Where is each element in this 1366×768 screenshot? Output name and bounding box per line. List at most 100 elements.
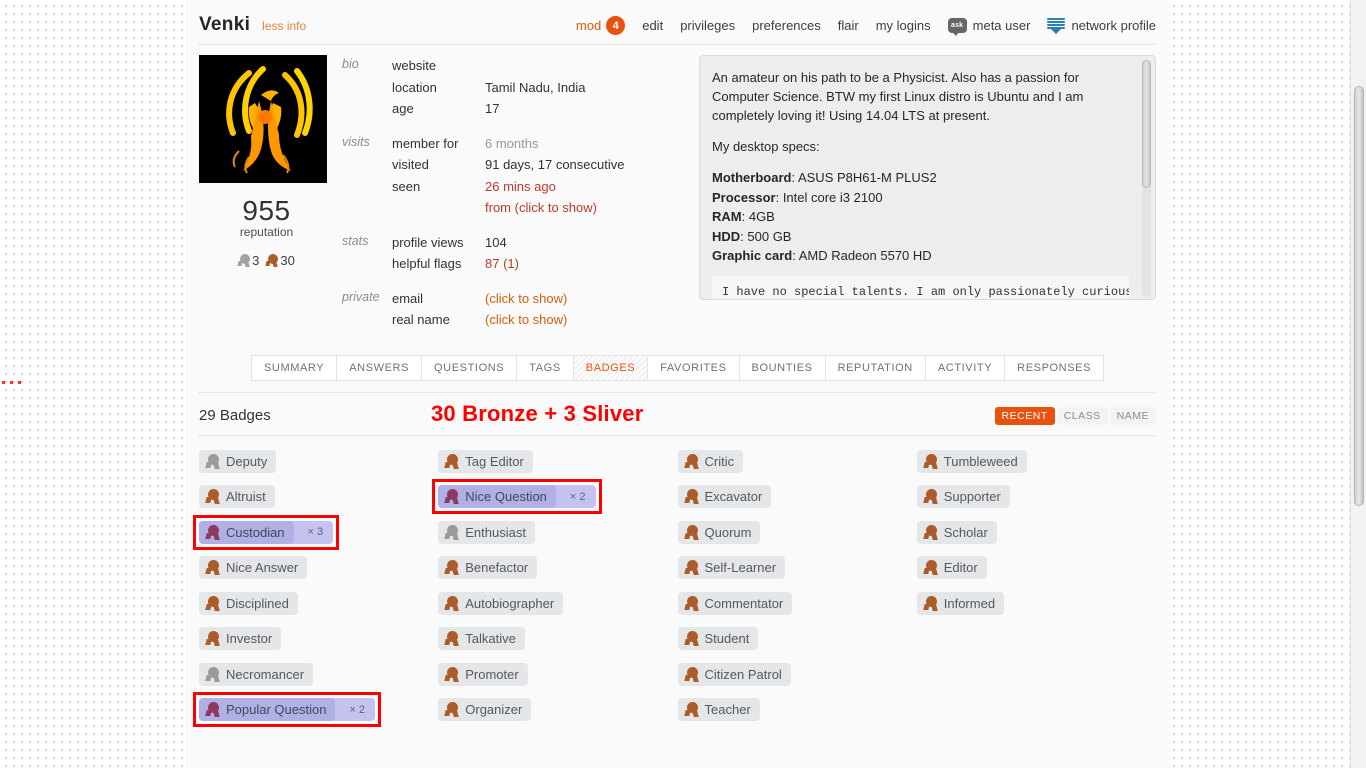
bio-scrollbar-track[interactable] <box>1142 60 1151 297</box>
tab-responses[interactable]: RESPONSES <box>1004 354 1105 381</box>
bronze-medal-icon <box>923 489 938 504</box>
profile-field-value[interactable]: 87 (1) <box>485 253 519 275</box>
sort-button-recent[interactable]: RECENT <box>994 406 1055 425</box>
badge-pill[interactable]: Editor <box>916 556 987 579</box>
badge-name: Critic <box>704 453 735 469</box>
bio-box: An amateur on his path to be a Physicist… <box>699 55 1156 300</box>
profile-field-name: email <box>392 290 424 306</box>
profile-field-value[interactable]: from (click to show) <box>485 197 597 219</box>
badge-pill[interactable]: Informed <box>916 591 1005 615</box>
bronze-medal-icon <box>683 666 699 682</box>
profile-field-value[interactable]: (click to show) <box>485 288 567 310</box>
meta-user-link[interactable]: ask meta user <box>947 18 1031 36</box>
badge-pill[interactable]: Commentator <box>677 591 793 615</box>
preferences-link[interactable]: preferences <box>752 18 821 33</box>
field-group-spacer <box>342 122 689 133</box>
profile-field-group: stats profile views 104 helpful flags 87 (1) <box>342 232 689 275</box>
sort-button-name[interactable]: NAME <box>1109 406 1156 425</box>
badge-pill[interactable]: Talkative <box>438 627 525 650</box>
badge-pill[interactable]: Quorum <box>677 520 761 544</box>
tab-activity[interactable]: ACTIVITY <box>924 354 1005 381</box>
badge-pill[interactable]: Citizen Patrol <box>677 662 791 686</box>
profile-group-rows: member for 6 months visited 91 days, 17 con… <box>392 133 689 219</box>
tab-tags[interactable]: TAGS <box>516 354 573 381</box>
tab-bounties[interactable]: BOUNTIES <box>738 354 825 381</box>
badge-pill[interactable]: Disciplined <box>199 591 298 615</box>
badge-row: Informed <box>916 591 1156 628</box>
badge-name: Nice Question <box>465 489 547 504</box>
network-profile-link[interactable]: network profile <box>1047 17 1156 34</box>
bronze-medal-icon <box>205 595 220 611</box>
badge-pill[interactable]: Enthusiast <box>438 520 535 544</box>
badge-pill[interactable]: Scholar <box>916 520 997 544</box>
profile-field-value[interactable]: 26 mins ago <box>485 176 556 198</box>
badge-pill[interactable]: Organizer <box>438 698 532 721</box>
meta-user-label: meta user <box>972 18 1031 33</box>
browser-scrollbar-track[interactable] <box>1350 0 1366 768</box>
badges-count-label: 29 Badges <box>199 407 271 424</box>
badge-row: Tumbleweed <box>916 449 1156 486</box>
bronze-medal-icon <box>205 631 220 646</box>
badge-pill[interactable]: Supporter <box>916 485 1010 508</box>
badge-row: Editor <box>916 556 1156 592</box>
mod-link[interactable]: mod 4 <box>575 16 626 35</box>
bronze-badge-count[interactable]: 30 <box>265 253 295 268</box>
tab-summary[interactable]: SUMMARY <box>250 354 337 381</box>
browser-scrollbar-thumb[interactable] <box>1354 86 1364 506</box>
badge-row: Organizer <box>438 698 677 734</box>
badge-pill[interactable]: Necromancer <box>199 662 314 686</box>
badge-pill[interactable]: Tumbleweed <box>916 449 1027 473</box>
silver-badge-count[interactable]: 3 <box>237 253 259 268</box>
badges-grid: Deputy Altruist Custodian × 3 Nice Answer Dis… <box>193 449 1156 734</box>
network-profile-label: network profile <box>1071 18 1156 33</box>
badge-pill[interactable]: Popular Question × 2 <box>199 698 376 721</box>
tab-answers[interactable]: ANSWERS <box>336 354 422 381</box>
badge-name: Custodian <box>226 524 285 540</box>
badge-pill[interactable]: Tag Editor <box>438 449 533 473</box>
badge-pill[interactable]: Autobiographer <box>438 591 564 615</box>
bio-paragraph-2: My desktop specs: <box>712 139 820 154</box>
badge-pill[interactable]: Critic <box>677 449 744 473</box>
badge-pill[interactable]: Teacher <box>677 698 760 721</box>
profile-field-name: visited <box>392 157 429 172</box>
profile-field-value[interactable]: (click to show) <box>485 309 567 331</box>
badge-name: Scholar <box>943 524 988 540</box>
badge-row: Custodian × 3 <box>193 514 438 557</box>
badge-name: Disciplined <box>226 595 289 611</box>
badge-pill[interactable]: Nice Question × 2 <box>438 485 596 508</box>
profile-field-row: visited 91 days, 17 consecutive <box>392 154 689 176</box>
badge-pill[interactable]: Deputy <box>199 449 277 473</box>
badge-pill[interactable]: Self-Learner <box>677 556 786 579</box>
less-info-link[interactable]: less info <box>262 19 306 33</box>
annotation-text: 30 Bronze + 3 Sliver <box>431 400 644 426</box>
edit-link[interactable]: edit <box>642 18 663 33</box>
tab-reputation[interactable]: REPUTATION <box>824 354 925 381</box>
tab-questions[interactable]: QUESTIONS <box>421 354 517 381</box>
badge-pill[interactable]: Nice Answer <box>199 556 308 579</box>
tab-favorites[interactable]: FAVORITES <box>647 354 739 381</box>
my-logins-link[interactable]: my logins <box>876 18 931 33</box>
badge-name: Deputy <box>226 453 268 469</box>
badge-pill[interactable]: Student <box>677 627 759 650</box>
bio-scrollbar-thumb[interactable] <box>1142 60 1151 188</box>
tab-badges[interactable]: BADGES <box>572 354 648 381</box>
privileges-link[interactable]: privileges <box>680 18 735 33</box>
badge-pill[interactable]: Investor <box>199 627 282 650</box>
badge-name: Necromancer <box>226 666 305 682</box>
avatar[interactable] <box>199 55 327 183</box>
sort-button-class[interactable]: CLASS <box>1056 406 1108 425</box>
profile-field-name: helpful flags <box>392 256 462 271</box>
badge-pill[interactable]: Promoter <box>438 662 528 686</box>
purple-medal-icon <box>205 702 220 717</box>
badge-pill[interactable]: Excavator <box>677 485 772 508</box>
bio-spec-line: HDD: 500 GB <box>712 227 1129 247</box>
profile-field-value: 91 days, 17 consecutive <box>485 157 625 172</box>
badge-pill[interactable]: Custodian × 3 <box>199 520 334 544</box>
badge-pill[interactable]: Altruist <box>199 485 275 508</box>
badge-name: Nice Answer <box>226 560 299 575</box>
flair-link[interactable]: flair <box>838 18 859 33</box>
badge-pill[interactable]: Benefactor <box>438 556 538 579</box>
header-divider <box>199 44 1156 45</box>
profile-field-value: 6 months <box>485 135 539 151</box>
mod-label: mod <box>575 18 602 33</box>
